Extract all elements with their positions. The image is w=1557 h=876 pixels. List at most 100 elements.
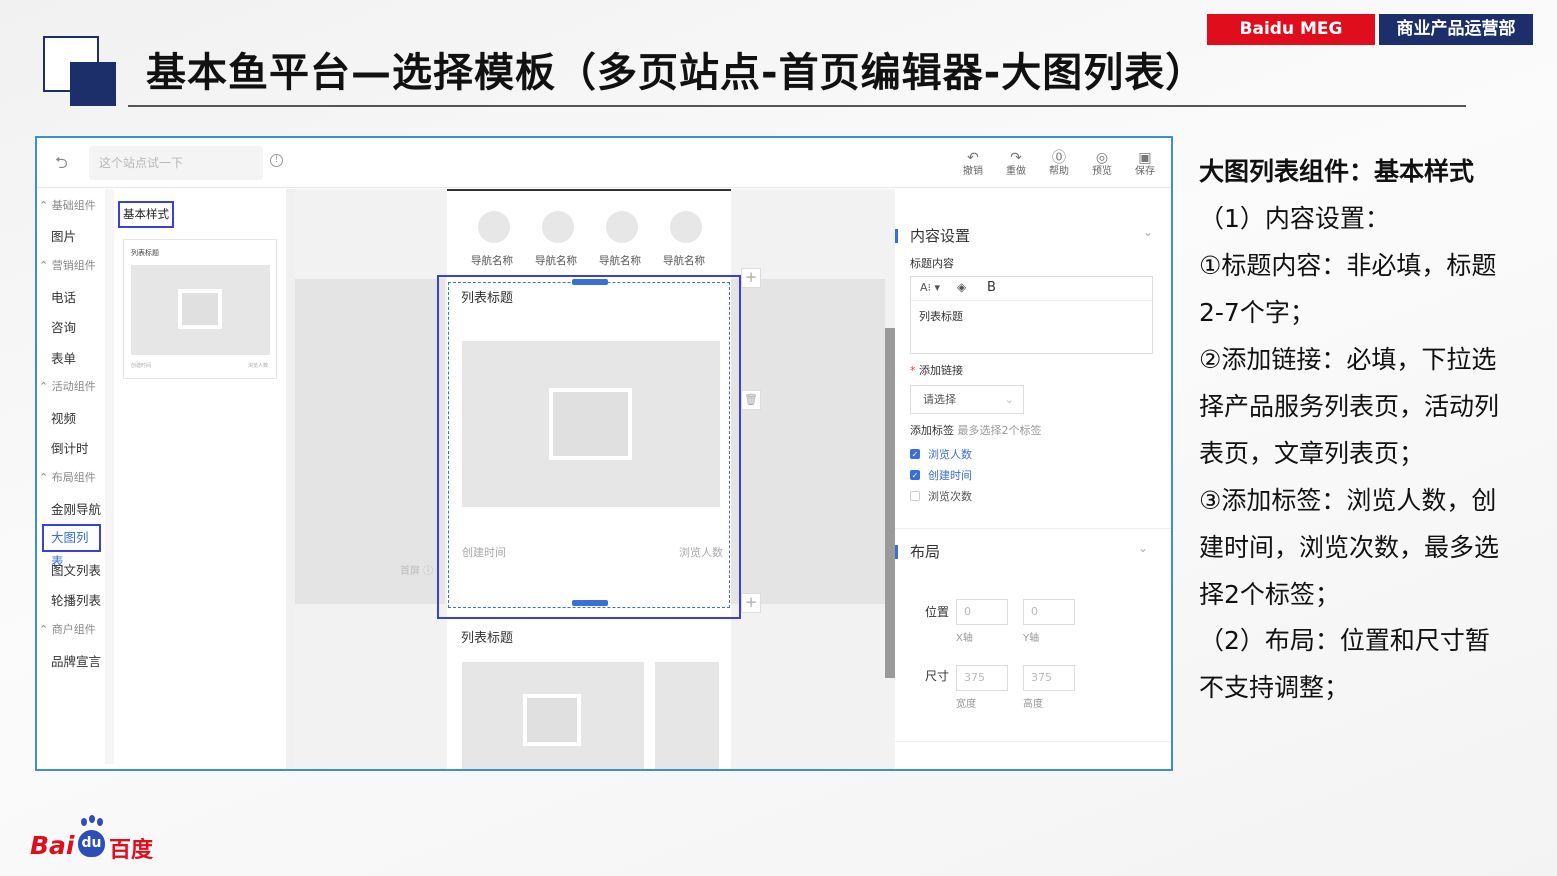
thumb-right-tag: 浏览人数 (248, 363, 269, 369)
nav-icon (478, 211, 510, 243)
chevron-down-icon[interactable]: ⌄ (1143, 225, 1153, 239)
nav-item-label[interactable]: 导航名称 (471, 253, 513, 268)
add-above-icon[interactable]: + (741, 268, 761, 288)
nav-icon (542, 211, 574, 243)
sidebar-item-form[interactable]: 表单 (51, 348, 76, 367)
sidebar-item-video[interactable]: 视频 (51, 408, 76, 427)
top-resize-handle[interactable] (572, 279, 608, 285)
image-placeholder-icon (178, 289, 222, 329)
save-button[interactable]: ▣ 保存 (1131, 150, 1159, 177)
content-settings-heading[interactable]: 内容设置 (910, 225, 970, 246)
back-icon[interactable]: ⮌ (55, 152, 68, 179)
preview-button[interactable]: ◎ 预览 (1088, 150, 1116, 177)
tag1-label[interactable]: 浏览人数 (928, 446, 972, 462)
notes-line: ②添加链接：必填，下拉选 (1199, 345, 1497, 374)
undo-label: 撤销 (963, 166, 983, 177)
help-button[interactable]: ⓪ 帮助 (1045, 150, 1073, 177)
height-label: 高度 (1023, 699, 1043, 710)
sidebar-item-biglist[interactable]: 大图列表 (42, 524, 101, 569)
notes-line: 建时间，浏览次数，最多选 (1199, 533, 1500, 562)
font-size-icon[interactable]: A⁝ ▾ (920, 281, 940, 294)
save-label: 保存 (1135, 166, 1155, 177)
nav-item-label[interactable]: 导航名称 (535, 253, 577, 268)
baidu-logo: Bai du 百度 (30, 815, 160, 863)
link-select[interactable]: 请选择 ⌄ (910, 385, 1024, 414)
tag3-checkbox[interactable] (910, 491, 920, 501)
style-option-basic[interactable]: 基本样式 (118, 201, 174, 228)
site-name-input[interactable]: 这个站点试一下 (89, 146, 263, 180)
chevron-down-icon[interactable]: ⌄ (1138, 541, 1148, 555)
logo-paw-toe (89, 815, 95, 823)
tag2-label[interactable]: 创建时间 (928, 467, 972, 483)
delete-icon[interactable]: 🗑 (741, 390, 761, 410)
undo-icon: ↶ (967, 150, 979, 166)
logo-paw-icon: du (78, 830, 105, 857)
sidebar-item-consult[interactable]: 咨询 (51, 317, 76, 336)
width-label: 宽度 (956, 699, 976, 710)
sidebar-item-phone[interactable]: 电话 (51, 287, 76, 306)
editor-topbar: ⮌ 这个站点试一下 ! ↶ 撤销 ↷ 重做 ⓪ 帮助 ◎ 预览 ▣ 保存 (37, 138, 1171, 188)
title-decoration-filled (70, 62, 116, 106)
add-below-icon[interactable]: + (741, 593, 761, 613)
style-thumbnail[interactable]: 列表标题 创建时间 浏览人数 (123, 239, 277, 379)
title-divider (128, 105, 1466, 107)
notes-line: （1）内容设置： (1199, 204, 1390, 233)
tag1-checkbox[interactable]: ✓ (910, 449, 920, 459)
position-label: 位置 (925, 605, 950, 619)
y-axis-label: Y轴 (1023, 633, 1040, 644)
height-input[interactable]: 375 (1023, 665, 1075, 691)
y-position-input[interactable]: 0 (1023, 599, 1075, 625)
editor-window: ⮌ 这个站点试一下 ! ↶ 撤销 ↷ 重做 ⓪ 帮助 ◎ 预览 ▣ 保存 ⌃ 基础组件 图… (35, 136, 1173, 771)
title-editor[interactable]: A⁝ ▾ ◈ B 列表标题 (910, 276, 1153, 354)
x-position-input[interactable]: 0 (956, 599, 1008, 625)
nav-item-label[interactable]: 导航名称 (599, 253, 641, 268)
sidebar-scrollbar[interactable] (105, 189, 114, 764)
category-basic[interactable]: ⌃ 基础组件 (39, 197, 96, 213)
redo-button[interactable]: ↷ 重做 (1002, 150, 1030, 177)
bold-icon[interactable]: B (987, 280, 996, 295)
bottom-resize-handle[interactable] (572, 600, 608, 606)
thumb-title: 列表标题 (131, 249, 159, 257)
sidebar-item-image[interactable]: 图片 (51, 226, 76, 245)
undo-button[interactable]: ↶ 撤销 (959, 150, 987, 177)
sidebar-item-countdown[interactable]: 倒计时 (51, 438, 89, 457)
sidebar-item-textlist[interactable]: 图文列表 (51, 560, 101, 579)
logo-text-bai: Bai (30, 831, 75, 860)
redo-label: 重做 (1006, 166, 1026, 177)
preview-label: 预览 (1092, 166, 1112, 177)
section-marker (895, 545, 898, 559)
sidebar-item-brand[interactable]: 品牌宣言 (51, 651, 101, 670)
selected-component-frame[interactable] (437, 275, 741, 619)
tag2-checkbox[interactable]: ✓ (910, 470, 920, 480)
title-value[interactable]: 列表标题 (919, 308, 963, 324)
x-axis-label: X轴 (956, 633, 973, 644)
nav-row: 导航名称 导航名称 导航名称 导航名称 (471, 211, 733, 271)
category-activity[interactable]: ⌃ 活动组件 (39, 378, 96, 394)
tag3-label[interactable]: 浏览次数 (928, 488, 972, 504)
preview-icon: ◎ (1095, 150, 1109, 166)
sidebar-item-carousel[interactable]: 轮播列表 (51, 590, 101, 609)
first-screen-marker: 首屏 ⓘ (400, 566, 434, 577)
category-marketing[interactable]: ⌃ 营销组件 (39, 257, 96, 273)
page-title: 基本鱼平台—选择模板（多页站点-首页编辑器-大图列表） (146, 50, 1207, 96)
second-card-title: 列表标题 (461, 631, 514, 646)
section-divider (895, 528, 1171, 529)
sidebar-item-nav[interactable]: 金刚导航 (51, 499, 101, 518)
notes-line: 表页，文章列表页； (1199, 439, 1425, 468)
style-panel-scrollbar[interactable] (286, 189, 295, 769)
help-icon: ⓪ (1052, 150, 1066, 166)
width-input[interactable]: 375 (956, 665, 1008, 691)
nav-item-label[interactable]: 导航名称 (663, 253, 705, 268)
chevron-down-icon: ⌄ (1004, 393, 1014, 406)
notes-line: ①标题内容：非必填，标题 (1199, 251, 1497, 280)
size-label: 尺寸 (925, 669, 950, 683)
canvas-scrollbar-thumb[interactable] (885, 328, 895, 678)
category-layout[interactable]: ⌃ 布局组件 (39, 469, 96, 485)
layout-heading[interactable]: 布局 (910, 541, 940, 562)
notes-line: 不支持调整； (1199, 673, 1350, 702)
section-divider (895, 741, 1171, 742)
info-icon[interactable]: ! (270, 154, 283, 167)
category-merchant[interactable]: ⌃ 商户组件 (39, 621, 96, 637)
fill-color-icon[interactable]: ◈ (957, 280, 966, 294)
notes-line: （2）布局：位置和尺寸暂 (1199, 626, 1490, 655)
